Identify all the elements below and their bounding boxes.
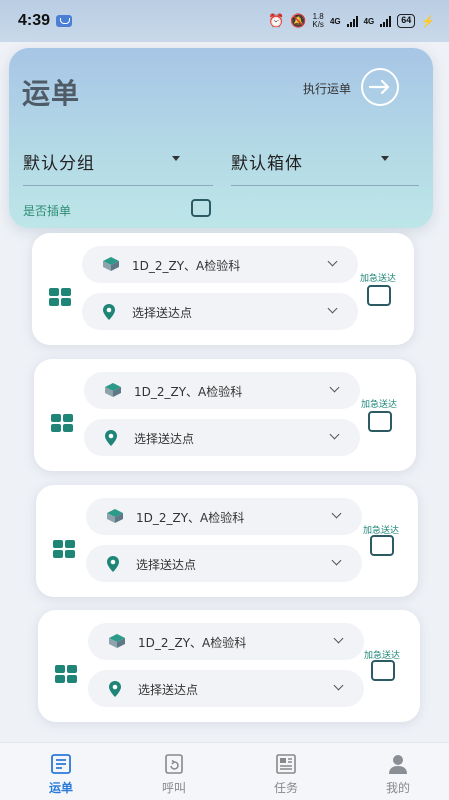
signal-icon-2 xyxy=(380,15,392,27)
box-icon xyxy=(105,383,121,397)
notification-app-icon xyxy=(56,15,73,27)
network-type-2: 4G xyxy=(363,16,375,26)
caret-down-icon[interactable] xyxy=(172,156,180,161)
chevron-down-icon xyxy=(333,633,344,644)
destination-text: 选择送达点 xyxy=(132,306,193,320)
urgent-delivery-checkbox[interactable] xyxy=(367,285,391,306)
destination-select[interactable]: 选择送达点 xyxy=(82,293,358,330)
department-select[interactable]: 1D_2_ZY、A检验科 xyxy=(88,623,364,660)
grid-icon[interactable] xyxy=(55,665,77,683)
default-box-select[interactable]: 默认箱体 xyxy=(231,149,303,174)
location-pin-icon xyxy=(103,304,115,320)
arrow-right-icon xyxy=(369,79,390,95)
department-text: 1D_2_ZY、A检验科 xyxy=(132,259,241,273)
waybill-icon xyxy=(51,754,71,774)
battery-icon: 64 xyxy=(397,14,416,28)
grid-icon[interactable] xyxy=(51,414,73,432)
status-time: 4:39 xyxy=(18,12,51,29)
department-text: 1D_2_ZY、A检验科 xyxy=(136,511,245,525)
caret-down-icon[interactable] xyxy=(381,156,389,161)
call-icon xyxy=(165,754,183,774)
destination-text: 选择送达点 xyxy=(138,683,199,697)
destination-text: 选择送达点 xyxy=(136,558,197,572)
signal-icon-1 xyxy=(346,15,358,27)
bottom-nav: 运单 呼叫 任务 我的 xyxy=(0,742,449,800)
task-icon xyxy=(276,754,296,774)
nav-item-waybill[interactable]: 运单 xyxy=(26,743,96,800)
location-pin-icon xyxy=(105,430,117,446)
box-icon xyxy=(103,257,119,271)
department-text: 1D_2_ZY、A检验科 xyxy=(134,385,243,399)
profile-icon xyxy=(389,755,407,774)
divider xyxy=(23,185,213,186)
default-group-select[interactable]: 默认分组 xyxy=(23,149,95,174)
department-select[interactable]: 1D_2_ZY、A检验科 xyxy=(84,372,360,409)
mute-icon: 🔕 xyxy=(290,13,307,28)
network-speed: 1.8 K/s xyxy=(312,13,324,29)
nav-label: 我的 xyxy=(385,781,410,795)
grid-icon[interactable] xyxy=(49,288,71,306)
destination-select[interactable]: 选择送达点 xyxy=(86,545,362,582)
urgent-delivery-checkbox[interactable] xyxy=(370,535,394,556)
chevron-down-icon xyxy=(327,303,338,314)
divider xyxy=(231,185,419,186)
box-icon xyxy=(107,509,123,523)
speed-unit: K/s xyxy=(312,20,324,29)
destination-select[interactable]: 选择送达点 xyxy=(88,670,364,707)
nav-item-profile[interactable]: 我的 xyxy=(363,743,433,800)
department-select[interactable]: 1D_2_ZY、A检验科 xyxy=(82,246,358,283)
destination-select[interactable]: 选择送达点 xyxy=(84,419,360,456)
nav-label: 运单 xyxy=(48,781,73,795)
page-title: 运单 xyxy=(22,77,81,110)
box-icon xyxy=(109,634,125,648)
destination-text: 选择送达点 xyxy=(134,432,195,446)
department-text: 1D_2_ZY、A检验科 xyxy=(138,636,247,650)
status-bar: 4:39 ⏰ 🔕 1.8 K/s 4G 4G 64 ⚡ xyxy=(0,0,449,42)
order-card: 1D_2_ZY、A检验科 选择送达点 加急送达 xyxy=(38,610,420,722)
header-card: 运单 执行运单 默认分组 默认箱体 是否插单 xyxy=(9,48,433,228)
insert-order-checkbox[interactable] xyxy=(191,199,211,217)
order-card: 1D_2_ZY、A检验科 选择送达点 加急送达 xyxy=(36,485,418,597)
chevron-down-icon xyxy=(329,382,340,393)
alarm-icon: ⏰ xyxy=(268,13,285,28)
location-pin-icon xyxy=(109,681,121,697)
charging-icon: ⚡ xyxy=(421,15,435,28)
nav-label: 任务 xyxy=(273,781,298,795)
nav-item-call[interactable]: 呼叫 xyxy=(139,743,209,800)
urgent-delivery-label: 加急送达 xyxy=(361,400,398,410)
chevron-down-icon xyxy=(333,680,344,691)
urgent-delivery-label: 加急送达 xyxy=(360,274,397,284)
execute-waybill-label[interactable]: 执行运单 xyxy=(303,80,351,97)
status-icons: ⏰ 🔕 1.8 K/s 4G 4G 64 ⚡ xyxy=(268,13,435,29)
urgent-delivery-checkbox[interactable] xyxy=(371,660,395,681)
grid-icon[interactable] xyxy=(53,540,75,558)
urgent-delivery-checkbox[interactable] xyxy=(368,411,392,432)
order-card: 1D_2_ZY、A检验科 选择送达点 加急送达 xyxy=(32,233,414,345)
order-card: 1D_2_ZY、A检验科 选择送达点 加急送达 xyxy=(34,359,416,471)
chevron-down-icon xyxy=(327,256,338,267)
chevron-down-icon xyxy=(331,555,342,566)
chevron-down-icon xyxy=(329,429,340,440)
location-pin-icon xyxy=(107,556,119,572)
nav-item-task[interactable]: 任务 xyxy=(251,743,321,800)
execute-waybill-button[interactable] xyxy=(361,68,399,106)
nav-label: 呼叫 xyxy=(161,781,186,795)
insert-order-label: 是否插单 xyxy=(23,204,72,218)
department-select[interactable]: 1D_2_ZY、A检验科 xyxy=(86,498,362,535)
chevron-down-icon xyxy=(331,508,342,519)
network-type-1: 4G xyxy=(329,16,341,26)
